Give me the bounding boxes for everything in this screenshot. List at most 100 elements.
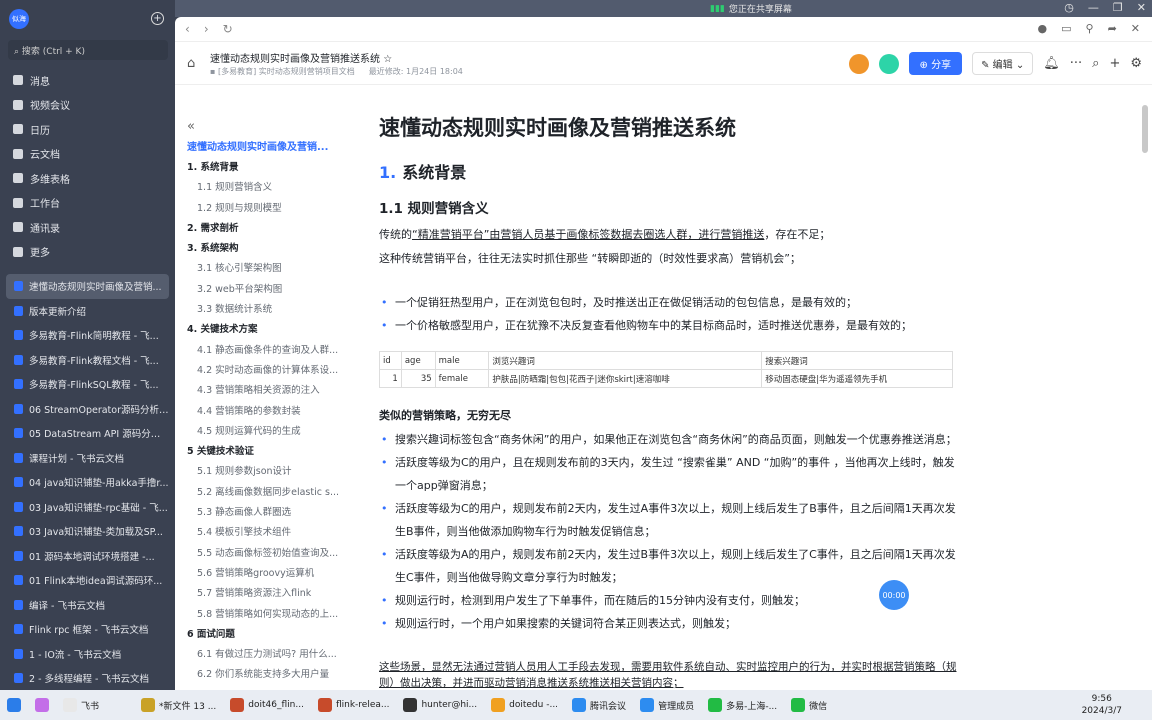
back-icon[interactable]: ‹	[185, 22, 190, 36]
recent-doc-item[interactable]: 01 源码本地调试环境搭建 -...	[6, 544, 169, 569]
recent-doc-item[interactable]: 05 DataStream API 源码分析...	[6, 421, 169, 446]
recent-doc-item[interactable]: 版本更新介绍	[6, 299, 169, 324]
recent-doc-item[interactable]: 04 java知识铺垫-用akka手撸r...	[6, 470, 169, 495]
recent-doc-item[interactable]: 01 Flink本地idea调试源码环...	[6, 568, 169, 593]
toc-item[interactable]: 5.3 静态画像人群圈选	[187, 503, 347, 523]
refresh-icon[interactable]: ↻	[223, 22, 233, 36]
link-icon[interactable]: ⚲	[1086, 22, 1094, 35]
edge-icon[interactable]	[120, 690, 134, 720]
toc-item[interactable]: 4.5 规则运算代码的生成	[187, 422, 347, 442]
forward-icon[interactable]: ›	[204, 22, 209, 36]
scrollbar[interactable]	[1142, 105, 1148, 153]
close-tab-icon[interactable]: ✕	[1131, 22, 1140, 35]
toc-item[interactable]: 4.4 营销策略的参数封装	[187, 402, 347, 422]
recent-doc-item[interactable]: 多易教育-Flink简明教程 - 飞...	[6, 323, 169, 348]
sidebar-item-0[interactable]: 消息	[0, 68, 175, 93]
plus-icon[interactable]: +	[1109, 56, 1120, 71]
recent-doc-item[interactable]: 多易教育-Flink教程文档 - 飞...	[6, 348, 169, 373]
toc-item[interactable]: 5.7 营销策略资源注入flink	[187, 584, 347, 604]
folder-path[interactable]: ▪ [多易教育] 实时动态规则营销项目文档	[210, 66, 355, 77]
file-explorer-icon[interactable]	[106, 690, 120, 720]
recent-doc-item[interactable]: Flink rpc 框架 - 飞书云文档	[6, 617, 169, 642]
recent-doc-item[interactable]: 课程计划 - 飞书云文档	[6, 446, 169, 471]
toc-item[interactable]: 4.2 实时动态画像的计算体系设...	[187, 361, 347, 381]
toc-item[interactable]: 5.2 离线画像数据同步elastic s...	[187, 483, 347, 503]
toc-item[interactable]: 3.2 web平台架构图	[187, 280, 347, 300]
gear-icon[interactable]: ⚙	[1130, 56, 1142, 71]
add-icon[interactable]: +	[151, 12, 164, 25]
table-header-cell[interactable]: 浏览兴趣词	[488, 351, 763, 370]
toc-item[interactable]: 6.2 你们系统能支持多大用户量	[187, 665, 347, 685]
recent-doc-item[interactable]: 多易教育-FlinkSQL教程 - 飞...	[6, 372, 169, 397]
taskbar-app[interactable]: 管理成员	[633, 690, 701, 720]
toc-item[interactable]: 5.8 营销策略如何实现动态的上...	[187, 605, 347, 625]
toc-item[interactable]: 5.1 规则参数json设计	[187, 462, 347, 482]
toc-item[interactable]: 2. 需求剖析	[187, 219, 347, 239]
toc-item[interactable]: 1.2 规则与规则模型	[187, 199, 347, 219]
share-arrow-icon[interactable]: ➦	[1108, 22, 1117, 35]
toc-item[interactable]: 4.3 营销策略相关资源的注入	[187, 381, 347, 401]
taskbar-app[interactable]: doit46_flin...	[223, 690, 311, 720]
sidebar-item-3[interactable]: 云文档	[0, 142, 175, 167]
sidebar-item-1[interactable]: 视频会议	[0, 93, 175, 118]
taskbar-app[interactable]: doitedu -...	[484, 690, 565, 720]
toc-item[interactable]: 4.1 静态画像条件的查询及人群...	[187, 341, 347, 361]
taskbar-app[interactable]: 飞书	[56, 690, 106, 720]
user-icon[interactable]: ●	[1037, 22, 1047, 35]
toc-item[interactable]: 3. 系统架构	[187, 239, 347, 259]
sidebar-item-2[interactable]: 日历	[0, 117, 175, 142]
star-icon[interactable]: ☆	[383, 54, 392, 65]
recent-doc-item[interactable]: 2 - 多线程编程 - 飞书云文档	[6, 666, 169, 691]
recent-doc-item[interactable]: 03 Java知识铺垫-rpc基础 - 飞...	[6, 495, 169, 520]
table-header-cell[interactable]: id	[379, 351, 402, 370]
toc-item[interactable]: 6 面试问题	[187, 625, 347, 645]
toc-item[interactable]: 5.6 营销策略groovy运算机	[187, 564, 347, 584]
search-icon[interactable]: ⌕	[1092, 56, 1099, 71]
recent-doc-item[interactable]: 03 Java知识铺垫-类加载及SP...	[6, 519, 169, 544]
sidebar-item-7[interactable]: 更多	[0, 240, 175, 265]
table-cell[interactable]: 移动固态硬盘|华为遥遥领先手机	[761, 369, 953, 388]
taskbar-app[interactable]: hunter@hi...	[396, 690, 484, 720]
toc-item[interactable]: 6.1 有做过压力测试吗? 用什么...	[187, 645, 347, 665]
toc-item[interactable]: 5 关键技术验证	[187, 442, 347, 462]
toc-item[interactable]: 1.1 规则营销含义	[187, 178, 347, 198]
toc-item[interactable]: 5.5 动态画像标签初始值查询及...	[187, 544, 347, 564]
toc-item[interactable]: 3.3 数据统计系统	[187, 300, 347, 320]
toc-title[interactable]: 速懂动态规则实时画像及营销...	[187, 138, 347, 158]
table-header-cell[interactable]: age	[400, 351, 436, 370]
table-header-cell[interactable]: 搜索兴趣词	[761, 351, 953, 370]
toc-item[interactable]: 4. 关键技术方案	[187, 320, 347, 340]
collaborator-avatar[interactable]	[848, 53, 869, 74]
more-icon[interactable]: ···	[1070, 56, 1082, 71]
table-cell[interactable]: 1	[379, 369, 402, 388]
taskbar-app[interactable]: flink-relea...	[311, 690, 397, 720]
close-button[interactable]: ✕	[1137, 1, 1146, 14]
table-cell[interactable]: 护肤品|防晒霜|包包|花西子|迷你skirt|速溶咖啡	[488, 369, 763, 388]
table-cell[interactable]: 35	[400, 369, 436, 388]
timer-badge[interactable]: 00:00	[879, 580, 909, 610]
collapse-toc-icon[interactable]: «	[187, 119, 347, 134]
start-button[interactable]	[0, 690, 28, 720]
table-cell[interactable]: female	[434, 369, 490, 388]
recent-doc-item[interactable]: 速懂动态规则实时画像及营销...	[6, 274, 169, 299]
clock[interactable]: 9:56 2024/3/7	[1082, 693, 1122, 717]
window-icon[interactable]: ▭	[1061, 22, 1071, 35]
avatar[interactable]: 似海	[9, 9, 29, 29]
toc-item[interactable]: 5.4 模板引擎技术组件	[187, 523, 347, 543]
sidebar-item-6[interactable]: 通讯录	[0, 215, 175, 240]
taskbar-app[interactable]: 多易-上海-...	[701, 690, 784, 720]
taskbar-app[interactable]: 微信	[784, 690, 834, 720]
edit-button[interactable]: ✎ 编辑 ⌄	[972, 52, 1034, 75]
copilot-icon[interactable]	[28, 690, 56, 720]
bell-icon[interactable]: 🔔︎	[1043, 56, 1060, 71]
taskbar-app[interactable]: 腾讯会议	[565, 690, 633, 720]
recent-doc-item[interactable]: 编译 - 飞书云文档	[6, 593, 169, 618]
toc-item[interactable]: 1. 系统背景	[187, 158, 347, 178]
recent-doc-item[interactable]: 06 StreamOperator源码分析 -...	[6, 397, 169, 422]
toc-item[interactable]: 3.1 核心引擎架构图	[187, 259, 347, 279]
sidebar-item-5[interactable]: 工作台	[0, 191, 175, 216]
share-button[interactable]: ⊕ 分享	[908, 52, 963, 75]
taskbar-app[interactable]: *新文件 13 ...	[134, 690, 223, 720]
collaborator-avatar[interactable]	[878, 53, 899, 74]
minimize-button[interactable]: —	[1088, 1, 1099, 14]
